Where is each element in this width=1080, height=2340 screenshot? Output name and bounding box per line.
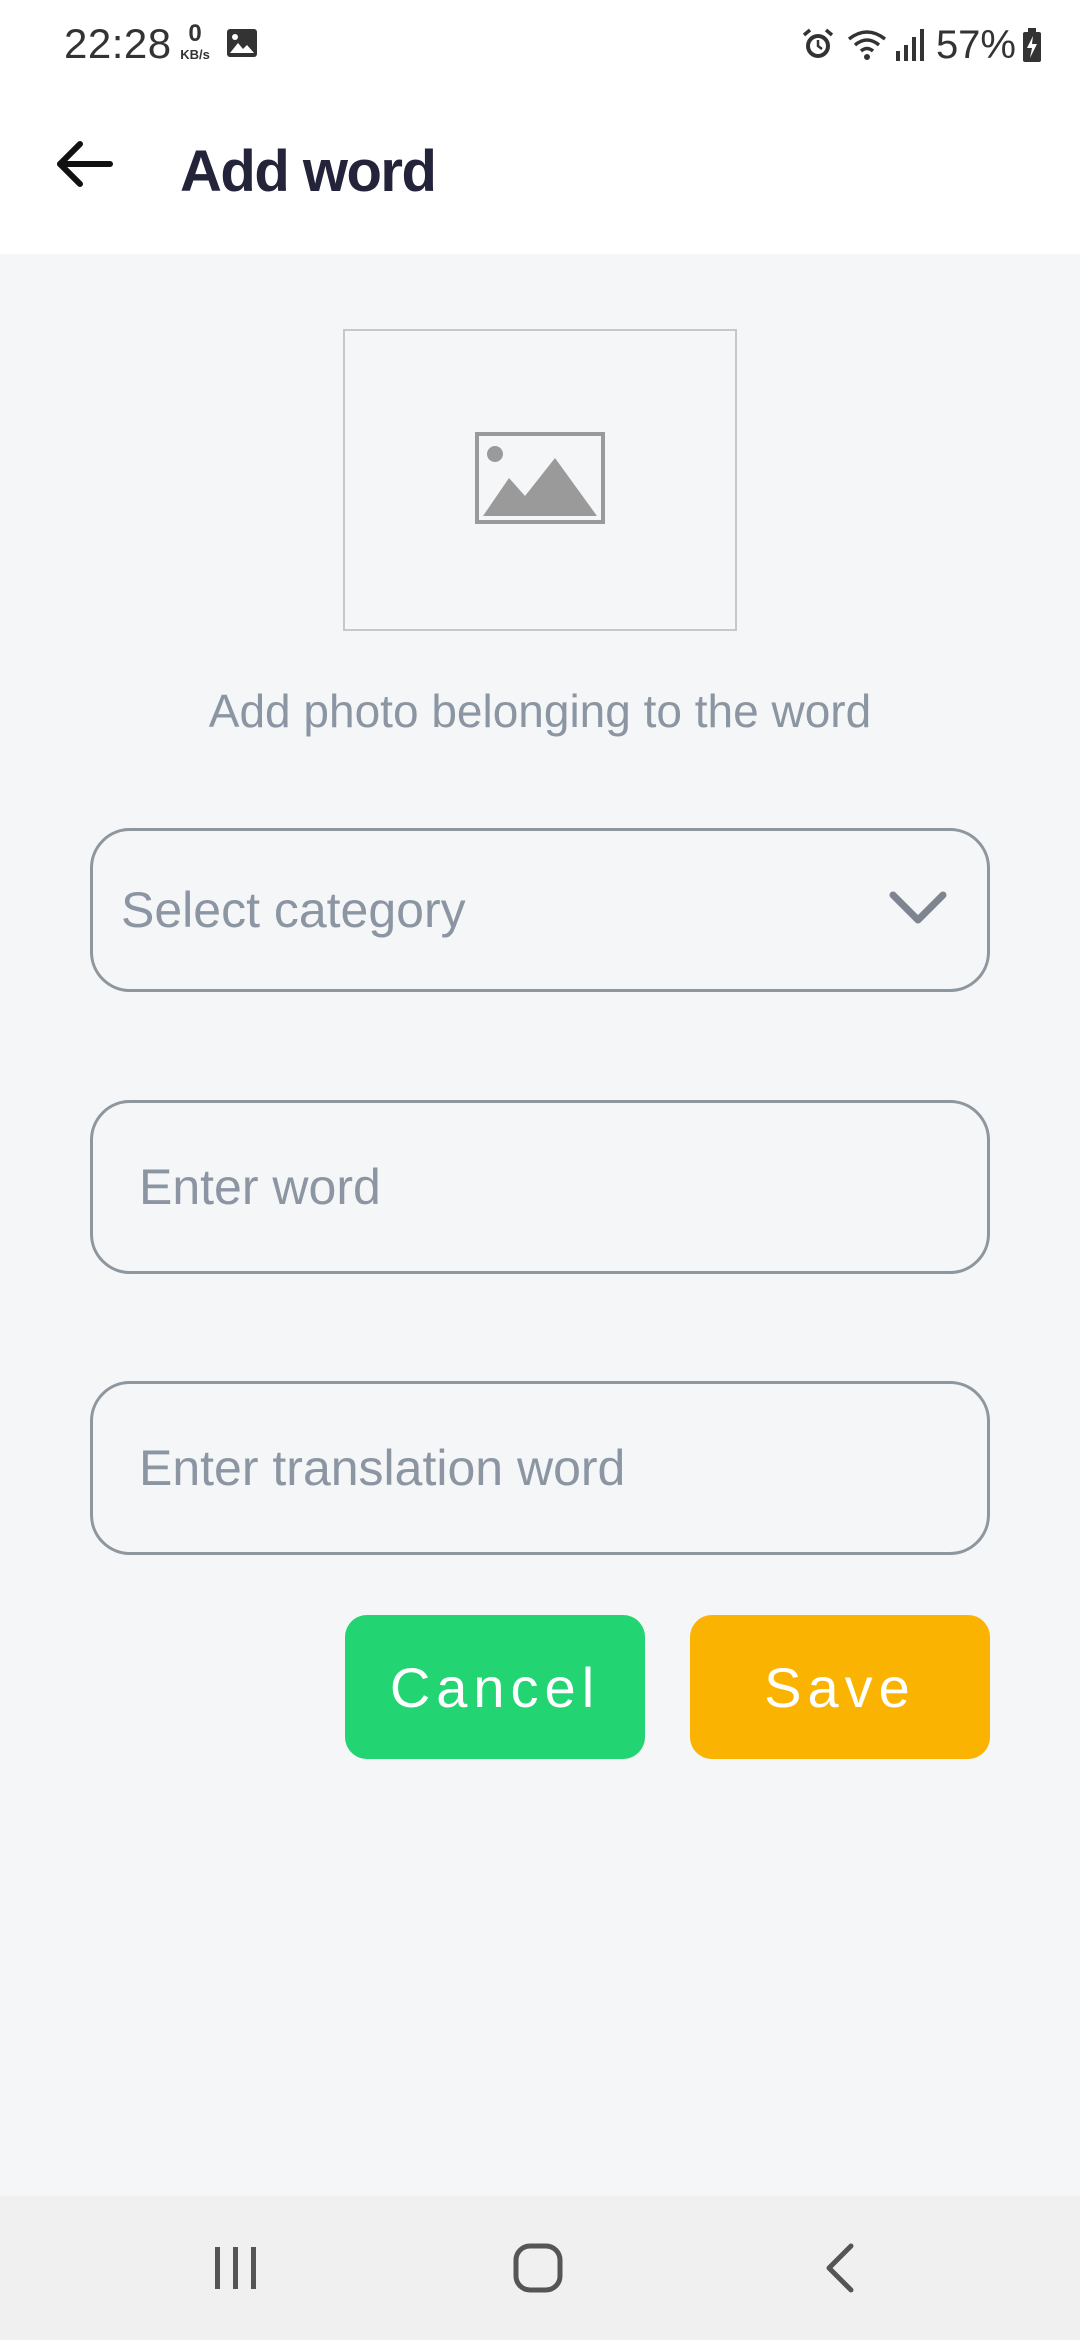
nav-recents-button[interactable] bbox=[196, 2240, 276, 2300]
form-content: Add photo belonging to the word Select c… bbox=[0, 254, 1080, 2196]
nav-home-button[interactable] bbox=[498, 2240, 578, 2300]
category-select-placeholder: Select category bbox=[121, 882, 466, 938]
nav-back-button[interactable] bbox=[800, 2240, 880, 2300]
arrow-left-icon bbox=[54, 140, 114, 193]
cancel-button[interactable]: Cancel bbox=[345, 1615, 645, 1759]
battery-charging-icon bbox=[1022, 27, 1042, 63]
network-speed-value: 0 bbox=[188, 20, 202, 47]
image-placeholder-icon bbox=[475, 431, 605, 529]
battery-percent: 57% bbox=[935, 22, 1016, 67]
home-icon bbox=[512, 2242, 564, 2299]
save-button[interactable]: Save bbox=[690, 1615, 990, 1759]
translation-input[interactable] bbox=[139, 1439, 987, 1497]
gallery-icon bbox=[226, 28, 258, 63]
photo-caption: Add photo belonging to the word bbox=[208, 685, 872, 737]
chevron-down-icon bbox=[889, 890, 947, 931]
status-time: 22:28 bbox=[64, 20, 172, 67]
back-button[interactable] bbox=[48, 130, 120, 202]
recents-icon bbox=[212, 2244, 260, 2297]
network-speed-unit: KB/s bbox=[180, 47, 210, 62]
system-nav-bar bbox=[0, 2196, 1080, 2340]
page-title: Add word bbox=[180, 139, 437, 204]
wifi-icon bbox=[846, 27, 888, 63]
app-header: Add word bbox=[0, 90, 1080, 254]
photo-picker[interactable] bbox=[343, 329, 737, 631]
back-icon bbox=[823, 2242, 857, 2299]
word-input[interactable] bbox=[139, 1158, 987, 1216]
network-speed: 0 KB/s bbox=[175, 20, 215, 62]
add-word-screen: 22:28 0 KB/s 57% Add word Add photo belo… bbox=[0, 0, 1080, 2340]
category-select[interactable]: Select category bbox=[90, 828, 990, 992]
alarm-icon bbox=[800, 27, 836, 63]
word-field bbox=[90, 1100, 990, 1274]
status-icons: 57% bbox=[800, 20, 1042, 70]
status-bar: 22:28 0 KB/s 57% bbox=[0, 0, 1080, 90]
signal-icon bbox=[894, 27, 926, 63]
translation-field bbox=[90, 1381, 990, 1555]
